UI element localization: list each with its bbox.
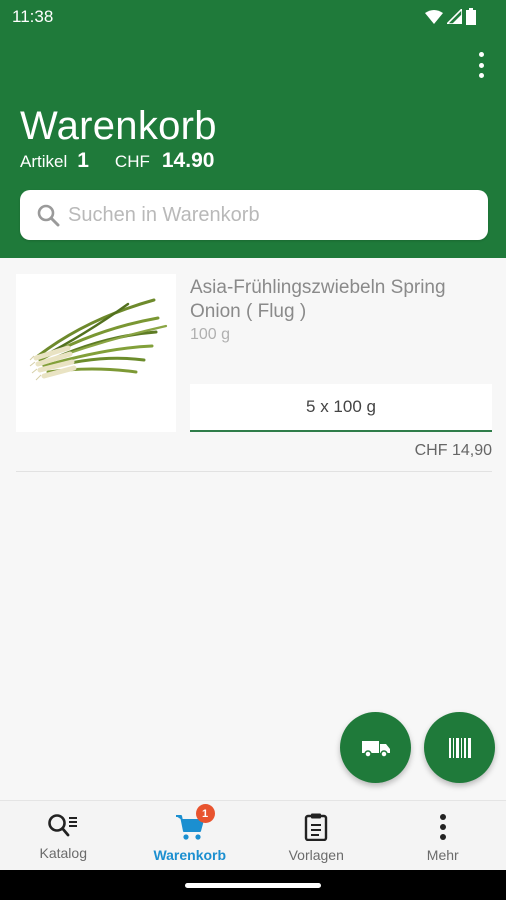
status-time: 11:38 — [12, 7, 54, 26]
search-icon — [37, 204, 60, 227]
cart-item[interactable]: Asia-Frühlingszwiebeln Spring Onion ( Fl… — [16, 274, 492, 472]
nav-item-katalog[interactable]: Katalog — [0, 801, 127, 870]
status-bar: 11:38 — [0, 0, 506, 34]
currency-label: CHF — [114, 152, 150, 171]
battery-icon — [466, 8, 476, 25]
clipboard-icon — [305, 813, 328, 841]
nav-item-vorlagen[interactable]: Vorlagen — [253, 801, 380, 870]
product-image — [16, 274, 176, 432]
search-input[interactable] — [68, 203, 468, 227]
barcode-icon — [448, 737, 471, 758]
page-title: Warenkorb — [20, 104, 217, 148]
cart-badge: 1 — [195, 804, 215, 823]
barcode-scan-button[interactable] — [424, 712, 495, 783]
cart-summary: Artikel 1 CHF 14.90 — [20, 149, 214, 173]
nav-item-mehr[interactable]: Mehr — [380, 801, 506, 870]
articles-count: 1 — [77, 149, 89, 172]
wifi-icon — [425, 9, 443, 24]
more-vertical-icon — [439, 814, 446, 840]
bottom-navigation: Katalog 1 Warenkorb Vorlagen Mehr — [0, 800, 506, 870]
nav-item-warenkorb[interactable]: 1 Warenkorb — [127, 801, 254, 870]
signal-icon — [447, 9, 462, 24]
delivery-button[interactable] — [340, 712, 411, 783]
item-price: CHF 14,90 — [414, 442, 492, 459]
status-icons — [425, 8, 476, 25]
overflow-menu-icon[interactable] — [474, 52, 488, 78]
search-bar[interactable] — [20, 190, 488, 240]
quantity-field[interactable]: 5 x 100 g — [190, 384, 492, 432]
articles-label: Artikel — [20, 152, 68, 171]
home-indicator[interactable] — [185, 883, 321, 888]
product-unit: 100 g — [190, 326, 231, 343]
product-name: Asia-Frühlingszwiebeln Spring Onion ( Fl… — [190, 277, 446, 322]
system-navigation-bar — [0, 870, 506, 900]
nav-label-mehr: Mehr — [426, 847, 459, 863]
truck-icon — [361, 740, 390, 758]
nav-label-warenkorb: Warenkorb — [153, 847, 227, 863]
cart-total: 14.90 — [161, 149, 215, 172]
nav-label-katalog: Katalog — [39, 845, 87, 861]
nav-label-vorlagen: Vorlagen — [288, 847, 344, 863]
app-header: 11:38 Warenkorb Artikel 1 CHF 14.90 — [0, 0, 506, 258]
catalog-search-icon — [48, 814, 78, 837]
